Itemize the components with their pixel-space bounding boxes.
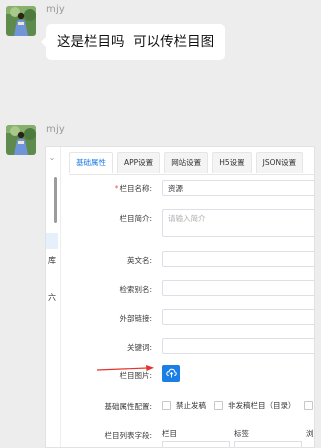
user-avatar[interactable]	[6, 6, 36, 36]
tab-divider	[69, 174, 314, 175]
tree-panel: ⌄ 库 六	[46, 147, 61, 447]
english-name-label: 英文名:	[126, 256, 152, 265]
external-link-input[interactable]	[162, 309, 314, 325]
keywords-input[interactable]	[162, 338, 314, 354]
list-field-select[interactable]	[234, 441, 302, 447]
basic-config-label: 基础属性配置:	[104, 402, 152, 411]
search-alias-input[interactable]	[162, 280, 314, 296]
user-avatar[interactable]	[6, 125, 36, 155]
list-column-header: 浏	[306, 429, 314, 438]
chevron-down-icon[interactable]: ⌄	[47, 153, 57, 163]
search-alias-label: 检索别名:	[119, 285, 152, 294]
tab-app-settings[interactable]: APP设置	[117, 152, 161, 173]
external-link-label: 外部链接:	[119, 314, 152, 323]
message-bubble[interactable]: 这是栏目吗 可以传栏目图	[40, 24, 226, 60]
english-name-input[interactable]	[162, 251, 314, 267]
tree-item-fragment: 库	[48, 256, 56, 265]
shared-screenshot-image[interactable]: ⌄ 库 六 基础属性 APP设置 网站设置 H5设置 JSON设置 *栏目名称:…	[45, 146, 315, 448]
checkbox-no-publish[interactable]: 禁止发稿	[162, 400, 206, 411]
image-upload-button[interactable]	[162, 365, 180, 382]
column-image-label: 栏目图片:	[119, 371, 152, 380]
basic-config-options: 禁止发稿 非发稿栏目（目录） 不允	[162, 400, 315, 411]
column-name-input[interactable]: 资源	[162, 180, 314, 196]
selected-tree-item	[46, 233, 58, 249]
column-intro-label: 栏目简介:	[119, 214, 152, 223]
tree-item-fragment: 六	[48, 293, 56, 302]
checkbox-directory-column[interactable]: 非发稿栏目（目录）	[214, 400, 296, 411]
scrollbar-thumb[interactable]	[54, 177, 57, 223]
column-intro-textarea[interactable]: 请输入简介	[162, 209, 314, 237]
sender-name: mjy	[46, 124, 66, 135]
list-column-header: 标签	[234, 429, 249, 438]
list-field-select[interactable]	[162, 441, 230, 447]
settings-tabs: 基础属性 APP设置 网站设置 H5设置 JSON设置	[69, 152, 307, 174]
keywords-label: 关键词:	[126, 343, 152, 352]
tab-h5-settings[interactable]: H5设置	[212, 152, 252, 173]
checkbox-disallow[interactable]: 不允	[303, 400, 315, 411]
tab-website-settings[interactable]: 网站设置	[164, 152, 209, 173]
tab-basic-properties[interactable]: 基础属性	[69, 152, 113, 173]
tab-json-settings[interactable]: JSON设置	[255, 152, 304, 173]
list-column-header: 栏目	[162, 429, 177, 438]
sender-name: mjy	[46, 4, 66, 15]
list-fields-label: 栏目列表字段:	[104, 431, 152, 440]
cloud-upload-icon	[165, 368, 177, 378]
column-name-label: *栏目名称:	[114, 184, 152, 193]
